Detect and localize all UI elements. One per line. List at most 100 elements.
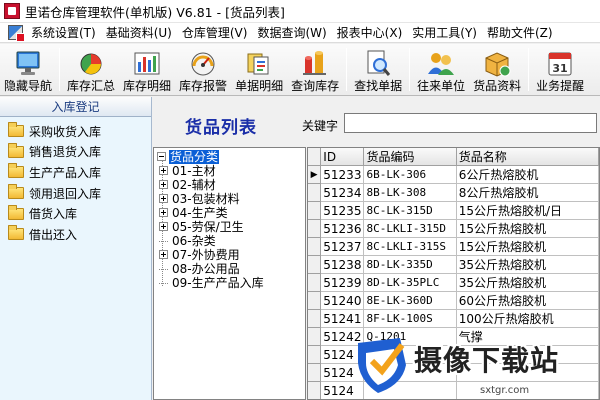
magnifier-document-icon bbox=[367, 50, 391, 76]
nav-item-requisition-return[interactable]: 领用退回入库 bbox=[0, 183, 151, 204]
stock-alert-button[interactable]: 库存报警 bbox=[175, 44, 231, 95]
table-row[interactable]: 51240 8E-LK-360D 60公斤热熔胶机 bbox=[308, 291, 599, 310]
cell-code: 6B-LK-306 bbox=[363, 165, 457, 184]
nav-item-label: 销售退货入库 bbox=[29, 145, 102, 160]
menu-help[interactable]: 帮助文件(Z) bbox=[483, 24, 559, 41]
expand-icon[interactable] bbox=[159, 194, 168, 203]
tree-root[interactable]: 货品分类 bbox=[157, 150, 220, 164]
goods-info-button[interactable]: 货品资料 bbox=[469, 44, 525, 95]
expand-icon[interactable] bbox=[159, 250, 168, 259]
table-row[interactable]: 51238 8D-LK-335D 35公斤热熔胶机 bbox=[308, 255, 599, 274]
tree-node[interactable]: 06-杂类 bbox=[159, 234, 217, 248]
nav-item-lend-return[interactable]: 借出还入 bbox=[0, 224, 151, 245]
nav-panel: 入库登记 采购收货入库 销售退货入库 生产产品入库 领用退回入库 借货入库 借出… bbox=[0, 97, 152, 400]
cell-name: 15公斤热熔胶机 bbox=[456, 237, 599, 256]
menu-data-query[interactable]: 数据查询(W) bbox=[253, 24, 332, 41]
cell-id: 51235 bbox=[320, 201, 365, 220]
table-row[interactable]: 51237 8C-LKLI-315S 15公斤热熔胶机 bbox=[308, 237, 599, 256]
column-header-name[interactable]: 货品名称 bbox=[456, 148, 599, 166]
tree-node[interactable]: 01-主材 bbox=[159, 164, 217, 178]
tree-node[interactable]: 03-包装材料 bbox=[159, 192, 241, 206]
tree-node-label: 07-外协费用 bbox=[172, 248, 240, 262]
gauge-icon bbox=[191, 52, 215, 76]
tree-node[interactable]: 09-生产产品入库 bbox=[159, 276, 265, 290]
folder-icon bbox=[8, 163, 24, 179]
cell-id: 51234 bbox=[320, 183, 365, 202]
nav-item-production-receipt[interactable]: 生产产品入库 bbox=[0, 162, 151, 183]
doc-detail-label: 单据明细 bbox=[235, 79, 284, 93]
cell-id: 51236 bbox=[320, 219, 365, 238]
table-row[interactable]: 51239 8D-LK-35PLC 35公斤热熔胶机 bbox=[308, 273, 599, 292]
row-indicator bbox=[308, 255, 322, 274]
tree-node[interactable]: 02-辅材 bbox=[159, 178, 217, 192]
expand-icon[interactable] bbox=[159, 208, 168, 217]
table-row[interactable]: 51235 8C-LK-315D 15公斤热熔胶机/日 bbox=[308, 201, 599, 220]
cell-name: 35公斤热熔胶机 bbox=[456, 273, 599, 292]
nav-item-label: 生产产品入库 bbox=[29, 165, 102, 180]
document-icon[interactable] bbox=[8, 25, 25, 42]
tree-node[interactable]: 08-办公用品 bbox=[159, 262, 241, 276]
expand-icon[interactable] bbox=[159, 166, 168, 175]
row-indicator bbox=[308, 183, 322, 202]
stock-detail-button[interactable]: 库存明细 bbox=[119, 44, 175, 95]
column-header-id[interactable]: ID bbox=[320, 148, 365, 166]
collapse-icon[interactable] bbox=[157, 152, 166, 161]
toolbar-separator bbox=[59, 48, 61, 91]
watermark-text: 摄像下载站 bbox=[414, 344, 560, 377]
nav-item-sales-return[interactable]: 销售退货入库 bbox=[0, 142, 151, 163]
row-indicator: ▶ bbox=[308, 165, 322, 184]
tree-node[interactable]: 05-劳保/卫生 bbox=[159, 220, 245, 234]
menu-system-settings[interactable]: 系统设置(T) bbox=[27, 24, 102, 41]
row-indicator bbox=[308, 327, 322, 346]
keyword-input[interactable] bbox=[344, 113, 597, 133]
app-icon[interactable] bbox=[4, 3, 20, 19]
watermark: 摄像下载站 sxtgr.com bbox=[350, 333, 600, 400]
row-indicator bbox=[308, 381, 322, 399]
column-header-code[interactable]: 货品编码 bbox=[363, 148, 457, 166]
nav-item-label: 借出还入 bbox=[29, 227, 78, 242]
nav-item-purchase-receipt[interactable]: 采购收货入库 bbox=[0, 121, 151, 142]
reminder-button[interactable]: 31 业务提醒 bbox=[532, 44, 588, 95]
menu-report-center[interactable]: 报表中心(X) bbox=[333, 24, 409, 41]
documents-icon bbox=[247, 53, 269, 75]
tree-node[interactable]: 04-生产类 bbox=[159, 206, 229, 220]
tree-node-label: 01-主材 bbox=[172, 164, 216, 178]
nav-header[interactable]: 入库登记 bbox=[0, 97, 151, 117]
menu-warehouse[interactable]: 仓库管理(V) bbox=[178, 24, 254, 41]
reminder-label: 业务提醒 bbox=[536, 79, 585, 93]
menu-basic-data[interactable]: 基础资料(U) bbox=[102, 24, 178, 41]
hide-nav-button[interactable]: 隐藏导航 bbox=[0, 44, 56, 95]
tree-node-label: 03-包装材料 bbox=[172, 192, 240, 206]
partners-button[interactable]: 往来单位 bbox=[413, 44, 469, 95]
row-indicator bbox=[308, 237, 322, 256]
tree-node[interactable]: 07-外协费用 bbox=[159, 248, 241, 262]
tree-node-label: 02-辅材 bbox=[172, 178, 216, 192]
keyword-label: 关键字 bbox=[302, 119, 339, 133]
hide-nav-label: 隐藏导航 bbox=[4, 79, 53, 93]
table-row[interactable]: ▶ 51233 6B-LK-306 6公斤热熔胶机 bbox=[308, 165, 599, 184]
doc-detail-button[interactable]: 单据明细 bbox=[231, 44, 287, 95]
toolbar-separator bbox=[409, 48, 411, 91]
cell-name: 60公斤热熔胶机 bbox=[456, 291, 599, 310]
title-bar: 里诺仓库管理软件(单机版) V6.81 - [货品列表] bbox=[0, 0, 600, 23]
query-stock-label: 查询库存 bbox=[291, 79, 340, 93]
query-stock-button[interactable]: 查询库存 bbox=[287, 44, 343, 95]
row-indicator bbox=[308, 291, 322, 310]
cell-name: 6公斤热熔胶机 bbox=[456, 165, 599, 184]
menu-tools[interactable]: 实用工具(Y) bbox=[408, 24, 483, 41]
expand-icon[interactable] bbox=[159, 222, 168, 231]
main-header: 货品列表 关键字 bbox=[153, 97, 600, 147]
tree-connector bbox=[159, 269, 168, 270]
nav-item-borrow-in[interactable]: 借货入库 bbox=[0, 203, 151, 224]
toolbar-separator bbox=[528, 48, 530, 91]
table-row[interactable]: 51234 8B-LK-308 8公斤热熔胶机 bbox=[308, 183, 599, 202]
tree-node-label: 08-办公用品 bbox=[172, 262, 240, 276]
folder-icon bbox=[8, 122, 24, 138]
table-row[interactable]: 51241 8F-LK-100S 100公斤热熔胶机 bbox=[308, 309, 599, 328]
stock-summary-label: 库存汇总 bbox=[67, 79, 116, 93]
find-doc-button[interactable]: 查找单据 bbox=[350, 44, 406, 95]
expand-icon[interactable] bbox=[159, 180, 168, 189]
pie-chart-icon bbox=[80, 53, 102, 75]
stock-summary-button[interactable]: 库存汇总 bbox=[63, 44, 119, 95]
table-row[interactable]: 51236 8C-LKLI-315D 15公斤热熔胶机 bbox=[308, 219, 599, 238]
